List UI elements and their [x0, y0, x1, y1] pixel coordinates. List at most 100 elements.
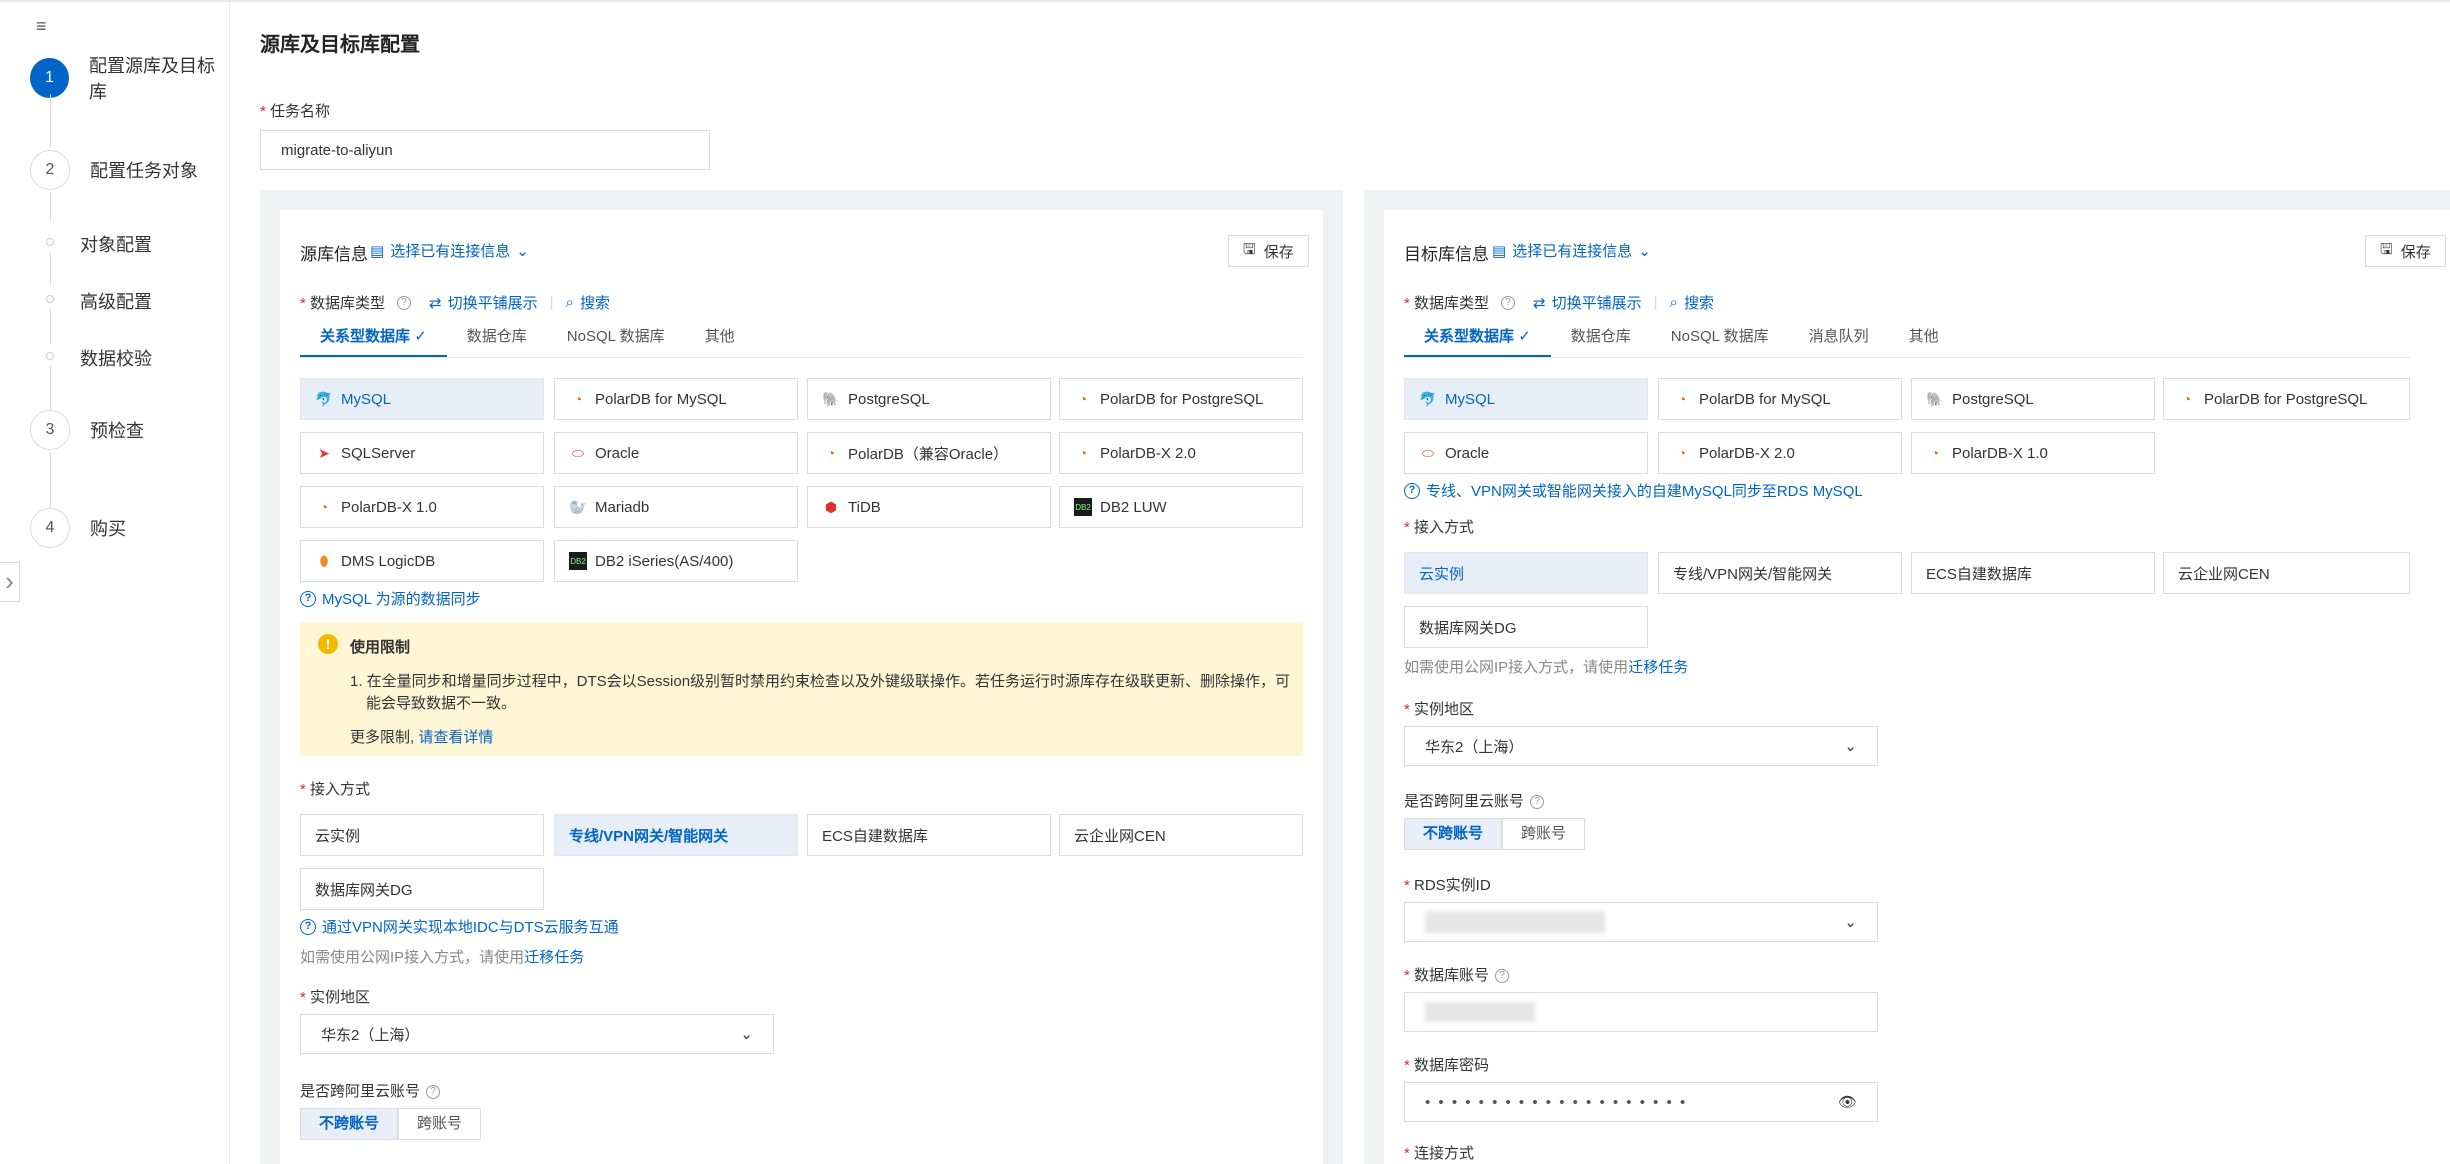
tab-nosql[interactable]: NoSQL 数据库: [1651, 318, 1789, 357]
access-cloud-instance[interactable]: 云实例: [300, 814, 544, 856]
select-conn-label: 选择已有连接信息: [1512, 243, 1633, 260]
access-ecs[interactable]: ECS自建数据库: [1911, 552, 2155, 594]
step-4[interactable]: 4 购买: [30, 508, 126, 548]
tab-mq[interactable]: 消息队列: [1789, 318, 1889, 357]
step-label: 配置任务对象: [90, 161, 198, 181]
migrate-task-link[interactable]: 迁移任务: [1628, 659, 1688, 676]
step-number: 3: [30, 410, 70, 450]
tile-mysql[interactable]: 🐬 MySQL: [300, 378, 544, 420]
mysql-sync-help-link[interactable]: ? MySQL 为源的数据同步: [300, 588, 481, 609]
target-db-tabs: 关系型数据库 ✓ 数据仓库 NoSQL 数据库 消息队列 其他: [1404, 318, 2410, 358]
step-number: 4: [30, 508, 70, 548]
task-name-input[interactable]: migrate-to-aliyun: [260, 130, 710, 170]
help-icon[interactable]: ?: [426, 1085, 441, 1100]
db2-icon: DB2: [569, 552, 587, 570]
step-2[interactable]: 2 配置任务对象: [30, 150, 198, 190]
region-select[interactable]: 华东2（上海） ⌄: [300, 1014, 774, 1054]
tile-oracle[interactable]: ⬭ Oracle: [1404, 432, 1648, 474]
account-label: 数据库账号?: [1404, 964, 1510, 985]
step-number: 1: [30, 58, 69, 98]
help-icon[interactable]: ?: [397, 295, 412, 310]
tab-other[interactable]: 其他: [685, 318, 755, 357]
search-link[interactable]: 搜索: [1684, 292, 1714, 313]
tile-polardb-x2[interactable]: ◔ PolarDB-X 2.0: [1059, 432, 1303, 474]
notice-detail-link[interactable]: 请查看详情: [418, 729, 493, 746]
access-cen[interactable]: 云企业网CEN: [1059, 814, 1303, 856]
substep-advanced-config[interactable]: 高级配置: [80, 288, 152, 314]
tab-other[interactable]: 其他: [1889, 318, 1959, 357]
rds-sync-help-link[interactable]: ? 专线、VPN网关或智能网关接入的自建MySQL同步至RDS MySQL: [1404, 480, 1863, 501]
source-save-button[interactable]: 🖫 保存: [1228, 235, 1309, 267]
access-dg[interactable]: 数据库网关DG: [1404, 606, 1648, 648]
step-3[interactable]: 3 预检查: [30, 410, 144, 450]
source-select-conn[interactable]: ▤ 选择已有连接信息 ⌄: [370, 240, 529, 261]
target-title: 目标库信息: [1404, 245, 1489, 264]
db2-icon: DB2: [1074, 498, 1092, 516]
no-cross-option[interactable]: 不跨账号: [1404, 818, 1503, 850]
tab-warehouse[interactable]: 数据仓库: [1551, 318, 1651, 357]
tile-polardb-mysql[interactable]: ◔ PolarDB for MySQL: [1658, 378, 1902, 420]
tile-polardb-x1[interactable]: ◔ PolarDB-X 1.0: [1911, 432, 2155, 474]
migrate-task-link[interactable]: 迁移任务: [524, 949, 584, 966]
tile-polardb-oracle[interactable]: ◔ PolarDB（兼容Oracle）: [807, 432, 1051, 474]
tab-warehouse[interactable]: 数据仓库: [447, 318, 547, 357]
polardb-icon: ◔: [826, 445, 836, 461]
tab-relational[interactable]: 关系型数据库 ✓: [1404, 318, 1551, 357]
tile-mariadb[interactable]: 🦭 Mariadb: [554, 486, 798, 528]
target-select-conn[interactable]: ▤ 选择已有连接信息 ⌄: [1492, 240, 1651, 261]
cross-option[interactable]: 跨账号: [398, 1108, 482, 1140]
switch-view-link[interactable]: 切换平铺展示: [448, 292, 538, 313]
access-vpn-gateway[interactable]: 专线/VPN网关/智能网关: [554, 814, 798, 856]
tile-db2-iseries[interactable]: DB2 DB2 iSeries(AS/400): [554, 540, 798, 582]
help-icon[interactable]: ?: [1530, 795, 1545, 810]
tile-db2-luw[interactable]: DB2 DB2 LUW: [1059, 486, 1303, 528]
tile-polardb-x1[interactable]: ◔ PolarDB-X 1.0: [300, 486, 544, 528]
tile-polardb-pg[interactable]: ◔ PolarDB for PostgreSQL: [1059, 378, 1303, 420]
access-dg[interactable]: 数据库网关DG: [300, 868, 544, 910]
switch-view-link[interactable]: 切换平铺展示: [1552, 292, 1642, 313]
substep-dot: [46, 238, 54, 246]
rds-id-select[interactable]: ⌄: [1404, 902, 1878, 942]
search-link[interactable]: 搜索: [580, 292, 610, 313]
tile-polardb-mysql[interactable]: ◔ PolarDB for MySQL: [554, 378, 798, 420]
eye-off-icon[interactable]: 👁: [1838, 1093, 1857, 1111]
access-ecs[interactable]: ECS自建数据库: [807, 814, 1051, 856]
tile-mysql[interactable]: 🐬 MySQL: [1404, 378, 1648, 420]
tile-tidb[interactable]: ⬢ TiDB: [807, 486, 1051, 528]
region-select[interactable]: 华东2（上海） ⌄: [1404, 726, 1878, 766]
substep-object-config[interactable]: 对象配置: [80, 231, 152, 257]
access-vpn-gateway[interactable]: 专线/VPN网关/智能网关: [1658, 552, 1902, 594]
tile-postgresql[interactable]: 🐘 PostgreSQL: [807, 378, 1051, 420]
polardb-icon: ◔: [1677, 391, 1687, 407]
tab-nosql[interactable]: NoSQL 数据库: [547, 318, 685, 357]
vpn-help-link[interactable]: ? 通过VPN网关实现本地IDC与DTS云服务互通: [300, 916, 619, 937]
tile-oracle[interactable]: ⬭ Oracle: [554, 432, 798, 474]
target-save-button[interactable]: 🖫 保存: [2365, 235, 2446, 267]
tile-sqlserver[interactable]: ➤ SQLServer: [300, 432, 544, 474]
step-connector: [50, 308, 51, 344]
help-icon[interactable]: ?: [1501, 295, 1516, 310]
access-cen[interactable]: 云企业网CEN: [2163, 552, 2410, 594]
password-input[interactable]: • • • • • • • • • • • • • • • • • • • • …: [1404, 1082, 1878, 1122]
question-circle-icon: ?: [1404, 482, 1420, 499]
step-1[interactable]: 1 配置源库及目标库: [30, 52, 229, 104]
redacted-value: [1425, 911, 1605, 933]
menu-toggle-icon[interactable]: ≡: [36, 17, 54, 35]
no-cross-option[interactable]: 不跨账号: [300, 1108, 399, 1140]
cross-option[interactable]: 跨账号: [1502, 818, 1586, 850]
substep-dot: [46, 352, 54, 360]
polardb-icon: ◔: [319, 499, 329, 515]
account-input[interactable]: [1404, 992, 1878, 1032]
tile-dms-logicdb[interactable]: ⬮ DMS LogicDB: [300, 540, 544, 582]
postgresql-icon: 🐘: [1926, 390, 1944, 407]
sidebar-collapse-handle[interactable]: ›: [0, 562, 20, 602]
substep-data-verify[interactable]: 数据校验: [80, 345, 152, 371]
mysql-icon: 🐬: [1419, 390, 1437, 407]
tile-postgresql[interactable]: 🐘 PostgreSQL: [1911, 378, 2155, 420]
access-cloud-instance[interactable]: 云实例: [1404, 552, 1648, 594]
chevron-down-icon: ⌄: [1844, 914, 1857, 931]
tile-polardb-pg[interactable]: ◔ PolarDB for PostgreSQL: [2163, 378, 2410, 420]
help-icon[interactable]: ?: [1495, 969, 1510, 984]
tab-relational[interactable]: 关系型数据库 ✓: [300, 318, 447, 357]
tile-polardb-x2[interactable]: ◔ PolarDB-X 2.0: [1658, 432, 1902, 474]
